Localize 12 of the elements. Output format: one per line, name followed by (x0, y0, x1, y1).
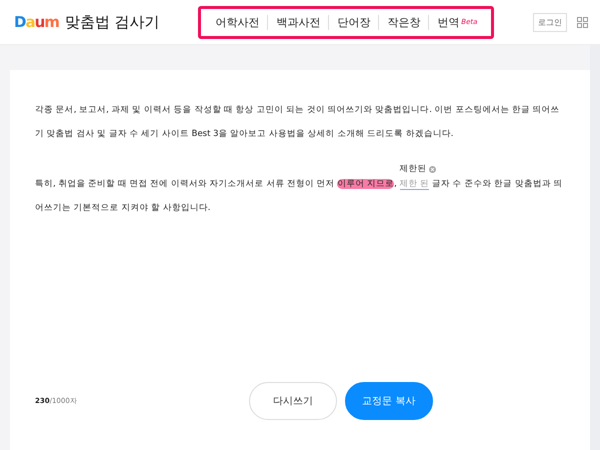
nav-link[interactable]: 단어장 (328, 14, 378, 30)
nav-link[interactable]: 어학사전 (207, 14, 268, 30)
nav-link[interactable]: 백과사전 (267, 14, 328, 30)
suggestion-text[interactable]: 제한된 (400, 163, 427, 175)
close-icon[interactable] (428, 166, 436, 172)
rewrite-button[interactable]: 다시쓰기 (248, 382, 337, 420)
nav-link[interactable]: 작은창 (378, 14, 428, 30)
grid-icon[interactable] (577, 16, 588, 28)
app-title: 맞춤법 검사기 (64, 12, 160, 32)
paragraph: 각종 문서, 보고서, 과제 및 이력서 등을 작성할 때 항상 고민이 되는 것이 띄어쓰기와 맞춤법입니다. 이번 포스팅에서는 한글 띄어쓰기 맞춤법 검사 및 글자 수 세기 사이트 Best 3을 알아보고 사용법을 상세히 소개해 드리도록 하겠습니다. (35, 104, 561, 141)
logo[interactable]: Daum (14, 13, 59, 31)
login-button[interactable]: 로그인 (533, 12, 567, 32)
